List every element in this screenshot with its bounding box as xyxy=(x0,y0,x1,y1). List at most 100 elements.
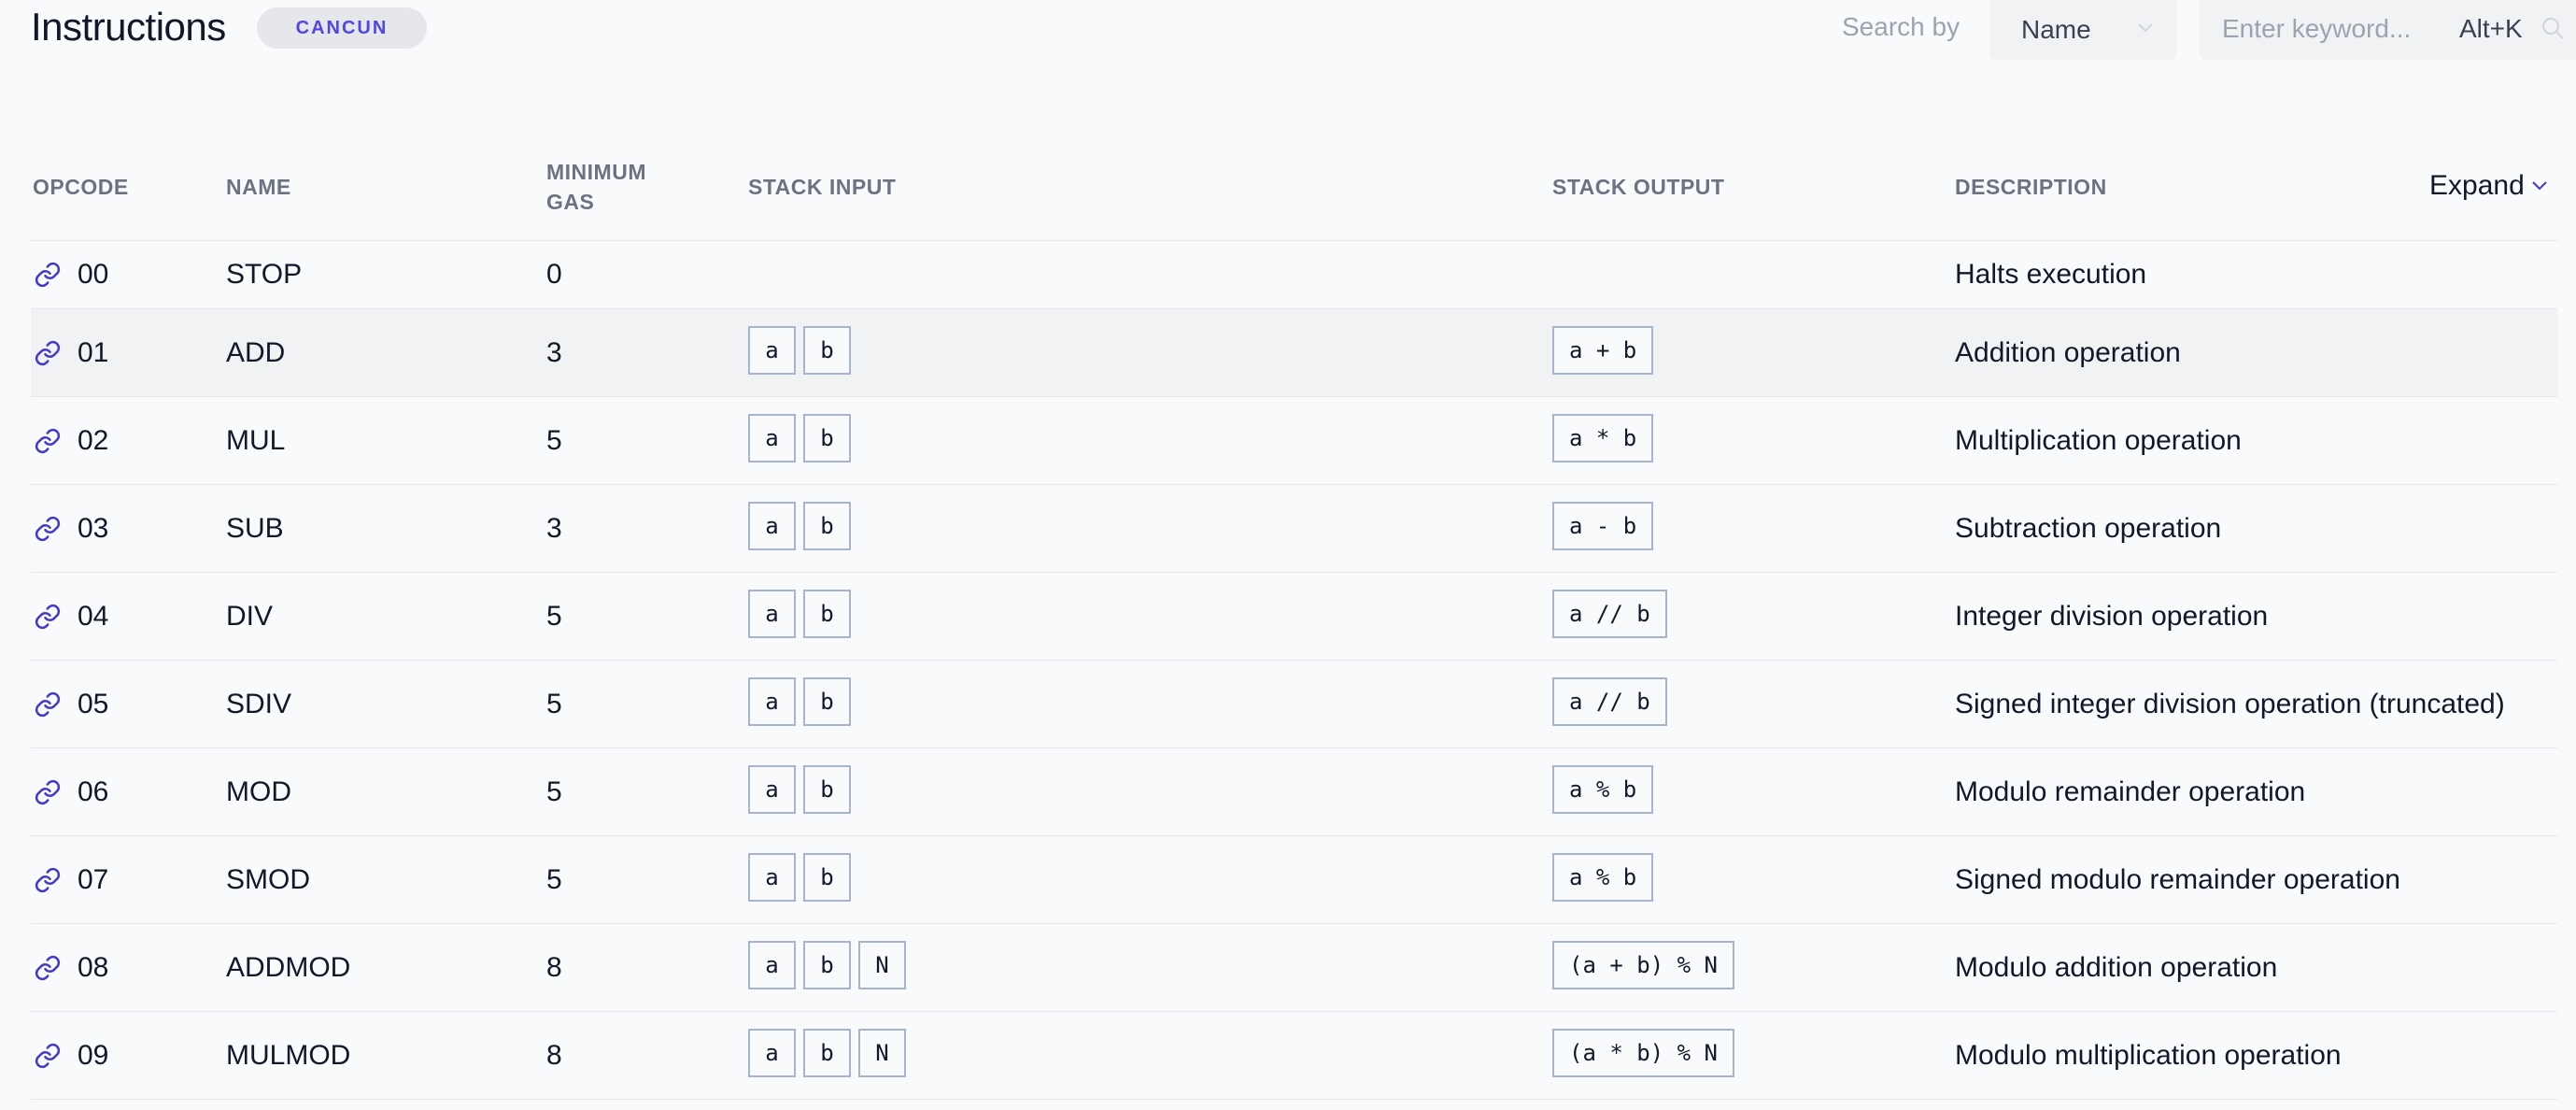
name-cell: SUB xyxy=(226,513,284,544)
column-min-gas[interactable]: MINIMUM GAS xyxy=(546,157,677,217)
stack-input-chip: b xyxy=(803,765,851,814)
stack-output-cell: a - b xyxy=(1552,502,1654,550)
table-row[interactable]: 07 SMOD 5 a b a % b Signed modulo remainder op… xyxy=(31,836,2557,924)
gas-cell: 8 xyxy=(546,952,562,983)
opcode-cell: 01 xyxy=(78,337,109,368)
table-row[interactable]: 09 MULMOD 8 a b N (a * b) % N Modulo multiplica… xyxy=(31,1012,2557,1100)
gas-cell: 3 xyxy=(546,513,562,544)
stack-input-cell: ab xyxy=(748,853,851,902)
stack-output-cell: (a * b) % N xyxy=(1552,1029,1734,1077)
table-row[interactable]: 03 SUB 3 a b a - b Subtraction operation xyxy=(31,485,2557,573)
table-row[interactable]: 05 SDIV 5 a b a // b Signed integer division o… xyxy=(31,661,2557,748)
column-stack-input: STACK INPUT xyxy=(748,175,897,199)
stack-input-chip: b xyxy=(803,941,851,989)
stack-input-chip: a xyxy=(748,590,796,638)
stack-output-cell: (a + b) % N xyxy=(1552,941,1734,989)
opcode-cell: 04 xyxy=(78,601,109,632)
stack-output-chip: a * b xyxy=(1552,414,1654,462)
description-cell: Integer division operation xyxy=(1955,601,2269,632)
gas-cell: 5 xyxy=(546,864,562,895)
stack-input-chip: b xyxy=(803,677,851,726)
stack-input-chip: a xyxy=(748,941,796,989)
stack-input-chip: b xyxy=(803,326,851,375)
link-icon[interactable] xyxy=(34,261,62,289)
description-cell: Halts execution xyxy=(1955,259,2147,290)
description-cell: Modulo remainder operation xyxy=(1955,776,2306,807)
opcode-cell: 07 xyxy=(78,864,109,895)
stack-input-cell: ab xyxy=(748,502,851,550)
name-cell: STOP xyxy=(226,259,303,290)
link-icon[interactable] xyxy=(34,778,62,806)
page-title: Instructions xyxy=(31,5,226,49)
table-row[interactable]: 02 MUL 5 a b a * b Multiplication operation xyxy=(31,397,2557,485)
stack-output-chip: a % b xyxy=(1552,853,1654,902)
stack-output-chip: a // b xyxy=(1552,677,1667,726)
name-cell: ADDMOD xyxy=(226,952,351,983)
stack-output-chip: a - b xyxy=(1552,502,1654,550)
name-cell: ADD xyxy=(226,337,286,368)
stack-output-chip: (a * b) % N xyxy=(1552,1029,1734,1077)
search-by-select[interactable]: Name xyxy=(1989,0,2176,60)
description-cell: Subtraction operation xyxy=(1955,513,2222,544)
chevron-down-icon xyxy=(2138,23,2153,33)
table-body: 00 STOP 0 Halts execution 01 ADD 3 a b a + b Addit… xyxy=(31,241,2557,1100)
name-cell: SDIV xyxy=(226,689,292,719)
description-cell: Modulo addition operation xyxy=(1955,952,2278,983)
search-shortcut: Alt+K xyxy=(2459,14,2523,43)
opcode-cell: 05 xyxy=(78,689,109,719)
stack-input-chip: a xyxy=(748,414,796,462)
table-row[interactable]: 06 MOD 5 a b a % b Modulo remainder operation xyxy=(31,748,2557,836)
chevron-down-icon xyxy=(2532,181,2547,191)
stack-output-cell: a // b xyxy=(1552,590,1667,638)
stack-output-cell: a % b xyxy=(1552,853,1654,902)
search-by-label: Search by xyxy=(1842,12,1960,41)
link-icon[interactable] xyxy=(34,427,62,455)
description-cell: Addition operation xyxy=(1955,337,2181,368)
name-cell: DIV xyxy=(226,601,274,632)
link-icon[interactable] xyxy=(34,339,62,367)
stack-input-cell: abN xyxy=(748,941,906,989)
opcode-cell: 09 xyxy=(78,1040,109,1071)
search-input[interactable]: Enter keyword... Alt+K xyxy=(2200,0,2576,60)
link-icon[interactable] xyxy=(34,515,62,543)
stack-input-chip: a xyxy=(748,765,796,814)
stack-output-cell: a + b xyxy=(1552,326,1654,375)
stack-input-cell: ab xyxy=(748,677,851,726)
link-icon[interactable] xyxy=(34,1042,62,1070)
description-cell: Multiplication operation xyxy=(1955,425,2242,456)
opcode-cell: 06 xyxy=(78,776,109,807)
name-cell: MOD xyxy=(226,776,291,807)
link-icon[interactable] xyxy=(34,954,62,982)
table-row[interactable]: 01 ADD 3 a b a + b Addition operation xyxy=(31,309,2557,397)
table-row[interactable]: 08 ADDMOD 8 a b N (a + b) % N Modulo addition o… xyxy=(31,924,2557,1012)
fork-badge[interactable]: CANCUN xyxy=(257,7,427,49)
link-icon[interactable] xyxy=(34,603,62,631)
stack-input-cell: ab xyxy=(748,765,851,814)
stack-input-cell: abN xyxy=(748,1029,906,1077)
stack-input-chip: a xyxy=(748,502,796,550)
stack-input-chip: b xyxy=(803,590,851,638)
expand-button[interactable]: Expand xyxy=(2429,170,2549,202)
table-row[interactable]: 00 STOP 0 Halts execution xyxy=(31,241,2557,309)
stack-input-chip: b xyxy=(803,502,851,550)
link-icon[interactable] xyxy=(34,690,62,719)
gas-cell: 5 xyxy=(546,425,562,456)
table-header: OPCODE NAME MINIMUM GAS STACK INPUT STAC… xyxy=(31,146,2557,241)
stack-input-chip: a xyxy=(748,1029,796,1077)
gas-cell: 0 xyxy=(546,259,562,290)
gas-cell: 3 xyxy=(546,337,562,368)
stack-input-chip: b xyxy=(803,1029,851,1077)
column-opcode[interactable]: OPCODE xyxy=(33,172,129,202)
gas-cell: 5 xyxy=(546,689,562,719)
table-row[interactable]: 04 DIV 5 a b a // b Integer division operation xyxy=(31,573,2557,661)
name-cell: MULMOD xyxy=(226,1040,351,1071)
stack-input-chip: a xyxy=(748,853,796,902)
stack-output-chip: a % b xyxy=(1552,765,1654,814)
link-icon[interactable] xyxy=(34,866,62,894)
expand-label: Expand xyxy=(2429,170,2525,201)
column-name[interactable]: NAME xyxy=(226,172,291,202)
search-icon[interactable] xyxy=(2540,15,2566,41)
name-cell: SMOD xyxy=(226,864,310,895)
opcode-cell: 08 xyxy=(78,952,109,983)
stack-output-chip: a // b xyxy=(1552,590,1667,638)
